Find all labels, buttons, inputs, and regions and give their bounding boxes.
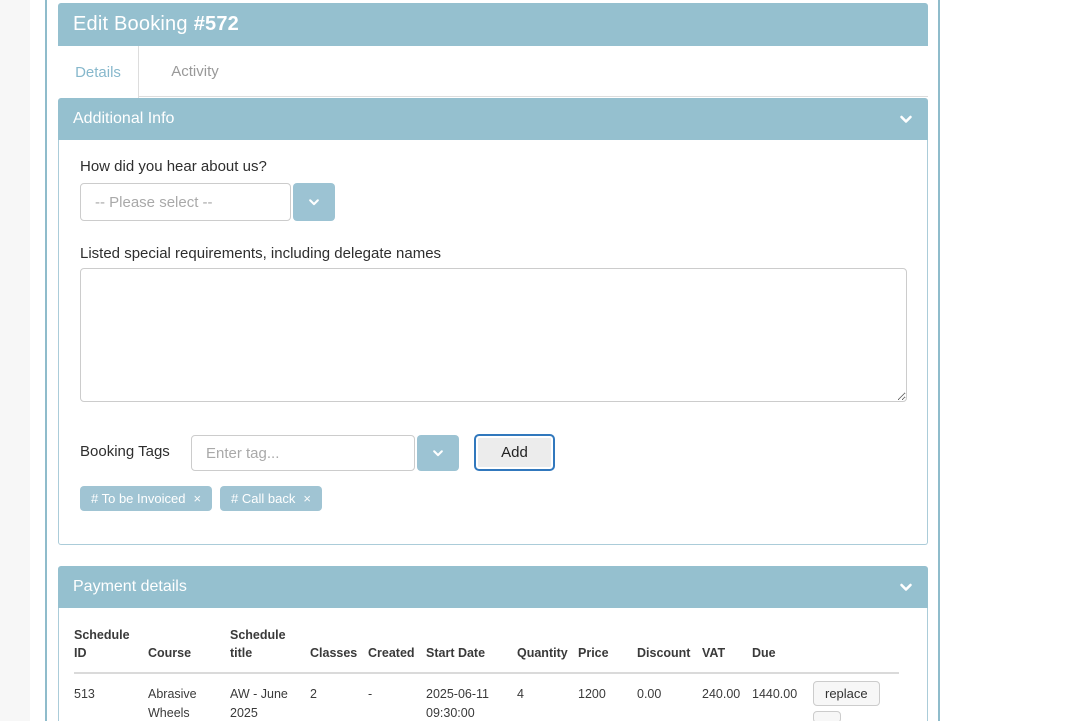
col-actions (813, 622, 899, 673)
tab-details[interactable]: Details (58, 46, 139, 98)
cell-vat: 240.00 (702, 673, 752, 721)
tag-pill[interactable]: # To be Invoiced × (80, 486, 212, 511)
hear-about-select-group (80, 183, 335, 221)
container-left-border (45, 0, 47, 721)
hear-about-dropdown-button[interactable] (293, 183, 335, 221)
tag-input[interactable] (191, 435, 415, 471)
edit-booking-page: Edit Booking #572 Details Activity Additi… (0, 0, 1065, 721)
booking-number: #572 (194, 13, 239, 36)
partial-button-below-replace[interactable] (813, 711, 841, 721)
page-title-bar: Edit Booking #572 (58, 3, 928, 46)
cell-due: 1440.00 (752, 673, 813, 721)
chevron-down-icon[interactable] (899, 580, 913, 594)
cell-price: 1200 (578, 673, 637, 721)
requirements-label: Listed special requirements, including d… (80, 245, 441, 262)
booking-tags-list: # To be Invoiced × # Call back × (80, 486, 322, 511)
col-due: Due (752, 622, 813, 673)
tag-dropdown-button[interactable] (417, 435, 459, 471)
remove-tag-icon[interactable]: × (303, 491, 311, 506)
payment-table: Schedule ID Course Schedule title Classe… (74, 622, 899, 721)
chevron-down-icon[interactable] (899, 112, 913, 126)
page-left-gutter (0, 0, 30, 721)
chevron-down-icon (308, 196, 320, 208)
additional-info-title: Additional Info (73, 110, 174, 128)
col-schedule-title: Schedule title (230, 622, 310, 673)
cell-start-date: 2025-06-11 09:30:00 (426, 673, 517, 721)
tab-activity-label: Activity (171, 63, 219, 80)
container-right-border (938, 0, 940, 721)
chevron-down-icon (432, 447, 444, 459)
cell-discount: 0.00 (637, 673, 702, 721)
replace-button[interactable]: replace (813, 681, 880, 706)
cell-created: - (368, 673, 426, 721)
table-row: 513 Abrasive Wheels AW - June 2025 2 - 2… (74, 673, 899, 721)
hear-about-select[interactable] (80, 183, 291, 221)
col-price: Price (578, 622, 637, 673)
payment-details-title: Payment details (73, 578, 187, 596)
payment-details-header[interactable]: Payment details (58, 566, 928, 608)
hear-about-label: How did you hear about us? (80, 158, 267, 175)
page-title: Edit Booking (73, 13, 188, 36)
cell-schedule-id: 513 (74, 673, 148, 721)
col-vat: VAT (702, 622, 752, 673)
main-content: Edit Booking #572 Details Activity Additi… (58, 0, 928, 721)
tag-pill[interactable]: # Call back × (220, 486, 322, 511)
tab-bar: Details Activity (58, 46, 928, 97)
cell-quantity: 4 (517, 673, 578, 721)
add-tag-button[interactable]: Add (474, 434, 555, 471)
cell-actions: replace (813, 673, 899, 721)
table-header-row: Schedule ID Course Schedule title Classe… (74, 622, 899, 673)
tag-label: # To be Invoiced (91, 491, 185, 506)
payment-details-body: Schedule ID Course Schedule title Classe… (58, 608, 928, 721)
tag-input-group (191, 435, 459, 471)
col-discount: Discount (637, 622, 702, 673)
additional-info-header[interactable]: Additional Info (58, 98, 928, 140)
booking-tags-label: Booking Tags (80, 443, 170, 460)
tag-label: # Call back (231, 491, 295, 506)
col-start-date: Start Date (426, 622, 517, 673)
col-classes: Classes (310, 622, 368, 673)
col-schedule-id: Schedule ID (74, 622, 148, 673)
additional-info-body: How did you hear about us? Listed specia… (58, 140, 928, 545)
cell-course: Abrasive Wheels (148, 673, 230, 721)
requirements-textarea[interactable] (80, 268, 907, 402)
cell-classes: 2 (310, 673, 368, 721)
col-quantity: Quantity (517, 622, 578, 673)
tab-details-label: Details (75, 64, 121, 81)
col-created: Created (368, 622, 426, 673)
col-course: Course (148, 622, 230, 673)
tab-activity[interactable]: Activity (139, 46, 251, 97)
cell-schedule-title: AW - June 2025 (230, 673, 310, 721)
remove-tag-icon[interactable]: × (193, 491, 201, 506)
